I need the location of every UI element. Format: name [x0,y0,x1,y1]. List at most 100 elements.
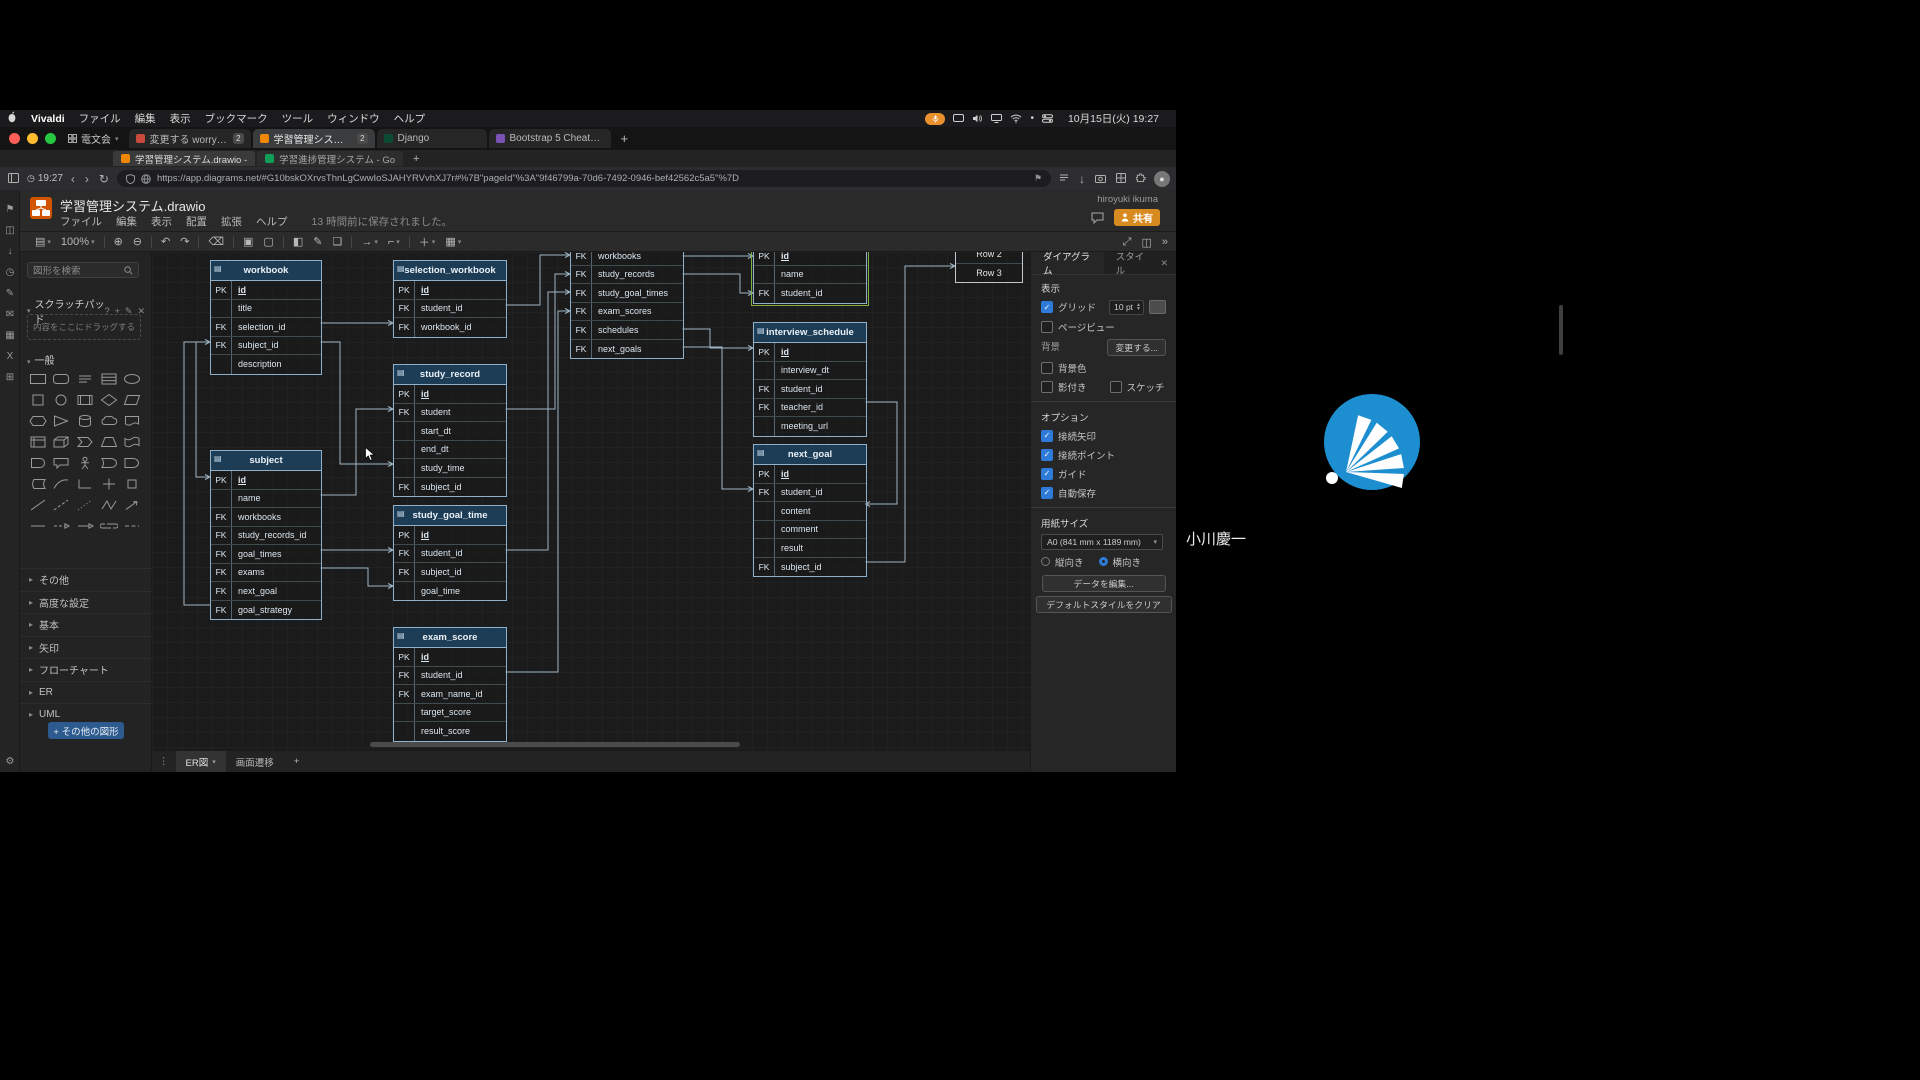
shape-triangle[interactable] [51,412,71,430]
portrait-radio[interactable] [1041,557,1050,566]
er-row[interactable]: content [754,502,866,521]
drawio-menu-arrange[interactable]: 配置 [186,214,207,229]
panel-x-icon[interactable]: X [0,351,20,362]
er-row[interactable]: FKstudent_id [394,300,506,319]
toolbar-fs-icon[interactable]: ⤢ [1123,236,1132,249]
er-row[interactable]: Row 2 [956,252,1022,264]
tab-diagram[interactable]: ダイアグラム [1031,252,1104,274]
shape-list[interactable] [99,370,119,388]
er-row[interactable]: FKstudent_id [394,545,506,564]
shape-curve[interactable] [51,475,71,493]
er-row[interactable]: title [211,300,321,319]
clear-default-style-button[interactable]: デフォルトスタイルをクリア [1036,596,1172,613]
drawio-menu-view[interactable]: 表示 [151,214,172,229]
change-background-button[interactable]: 変更する... [1107,339,1166,356]
add-page-button[interactable]: + [284,751,310,772]
er-row[interactable]: FKsubject_id [394,563,506,582]
new-stack-tab-button[interactable]: + [405,153,427,165]
shape-dasharrow[interactable] [51,517,71,535]
hscroll-thumb[interactable] [370,742,740,747]
shape-cross[interactable] [99,475,119,493]
er-row[interactable]: PKid [754,252,866,266]
toolbar-plus-icon[interactable]: ＋▾ [414,234,441,250]
shape-line[interactable] [28,496,48,514]
er-table-study_record[interactable]: ▤study_recordPKidFKstudentstart_dtend_dt… [393,364,507,497]
toolbar-pen-icon[interactable]: ✎ [308,235,327,248]
toolbar-fmt-icon[interactable]: ◫ [1141,236,1151,249]
shape-rect[interactable] [28,370,48,388]
bookmark-icon[interactable]: ⚑ [1034,173,1042,184]
tab-4[interactable]: Bootstrap 5 CheatSheet B [489,129,611,148]
shape-halfc[interactable] [28,454,48,472]
er-row[interactable]: end_dt [394,441,506,460]
back-icon[interactable]: ‹ [69,172,77,186]
grid-color-swatch[interactable] [1149,300,1166,314]
er-row[interactable]: FKnext_goals [571,340,683,359]
panel-more-icon[interactable]: ⊞ [0,372,20,383]
settings-gear-icon[interactable]: ⚙ [0,756,20,767]
zoom-window-button[interactable] [45,133,56,144]
toolbar-front-icon[interactable]: ▣ [238,235,258,248]
panel-windows-icon[interactable]: ◫ [0,225,20,236]
toolbar-shadow-icon[interactable]: ❏ [327,235,347,248]
er-row[interactable]: name [211,490,321,509]
er-row[interactable]: interview_dt [754,362,866,381]
url-field[interactable]: https://app.diagrams.net/#G10bskOXrvsThn… [117,170,1051,187]
shape-data[interactable] [28,475,48,493]
menu-bookmarks[interactable]: ブックマーク [198,111,275,126]
panel-notes-icon[interactable]: ✎ [0,288,20,299]
panel-bookmarks-icon[interactable]: ⚑ [0,204,20,215]
shape-hline[interactable] [28,517,48,535]
shape-actor[interactable] [75,454,95,472]
diagram-canvas[interactable]: ▤workbookPKidtitleFKselection_idFKsubjec… [152,252,1030,750]
more-shapes-button[interactable]: + その他の図形 [48,722,124,739]
wifi-icon[interactable] [1010,114,1022,123]
tab-3[interactable]: Django [377,129,487,148]
menubar-datetime[interactable]: 10月15日(火) 19:27 [1061,111,1166,126]
pageview-checkbox[interactable] [1041,321,1053,333]
shape-ellipse[interactable] [122,370,142,388]
panel-downloads-icon[interactable]: ↓ [0,246,20,257]
er-table-student_info[interactable]: PKidnameFKstudent_id [753,252,867,304]
panel-toggle-icon[interactable] [6,172,21,186]
er-row[interactable]: result [754,539,866,558]
menu-edit[interactable]: 編集 [128,111,163,126]
shape-document[interactable] [122,412,142,430]
section-ER[interactable]: ▸ER [20,681,152,704]
shape-square[interactable] [28,391,48,409]
er-row[interactable]: FKexam_name_id [394,685,506,704]
toolbar-conn-icon[interactable]: →▾ [356,236,383,248]
close-window-button[interactable] [9,133,20,144]
shape-text[interactable] [75,370,95,388]
edit-data-button[interactable]: データを編集... [1042,575,1166,592]
shape-circle[interactable] [51,391,71,409]
shape-step[interactable] [75,433,95,451]
workspace-selector[interactable]: 電文会 ▾ [66,131,129,146]
er-row[interactable]: FKselection_id [211,318,321,337]
er-table-study_goal_time[interactable]: ▤study_goal_timePKidFKstudent_idFKsubjec… [393,505,507,601]
shape-hexagon[interactable] [28,412,48,430]
shape-diagarrow[interactable] [122,496,142,514]
shape-tape[interactable] [122,433,142,451]
er-row[interactable]: FKschedules [571,321,683,340]
shape-dashline[interactable] [51,496,71,514]
er-table-subject[interactable]: ▤subjectPKidnameFKworkbooksFKstudy_recor… [210,450,322,620]
er-row[interactable]: FKstudent [394,404,506,423]
zoom-level-button[interactable]: 100%▾ [56,236,100,248]
er-row[interactable]: FKworkbook_id [394,318,506,337]
shape-trapezoid[interactable] [99,433,119,451]
shape-link[interactable] [99,517,119,535]
section-高度な設定[interactable]: ▸高度な設定 [20,591,152,614]
control-center-icon[interactable] [1042,114,1053,123]
drawio-menu-file[interactable]: ファイル [60,214,102,229]
er-row[interactable]: PKid [754,465,866,484]
panel-mail-icon[interactable]: ✉ [0,309,20,320]
er-row[interactable]: FKstudent_id [754,380,866,399]
panel-calendar-icon[interactable]: ▦ [0,330,20,341]
menu-vivaldi[interactable]: Vivaldi [24,113,72,125]
option-checkbox[interactable]: ✓ [1041,468,1053,480]
er-row[interactable]: FKsubject_id [394,478,506,497]
canvas-hscrollbar[interactable] [152,742,1030,748]
minimize-window-button[interactable] [27,133,38,144]
display-icon[interactable] [991,114,1002,123]
